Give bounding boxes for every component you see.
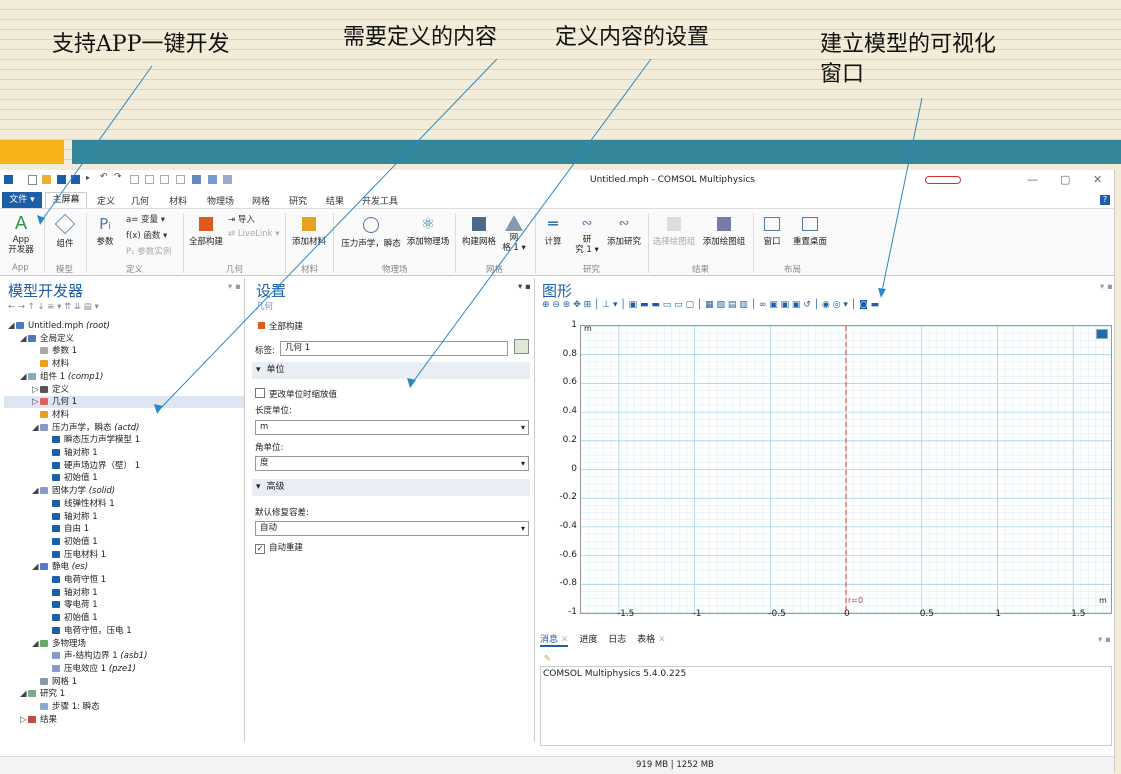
arrowhead bbox=[37, 215, 45, 225]
arrowhead bbox=[154, 404, 163, 414]
annotation-lines bbox=[37, 58, 923, 414]
leader-line-app bbox=[39, 65, 153, 224]
arrowhead bbox=[878, 288, 886, 298]
leader-line-visual bbox=[880, 97, 923, 297]
leader-line-content bbox=[156, 58, 498, 413]
leader-line-settings bbox=[409, 58, 652, 387]
